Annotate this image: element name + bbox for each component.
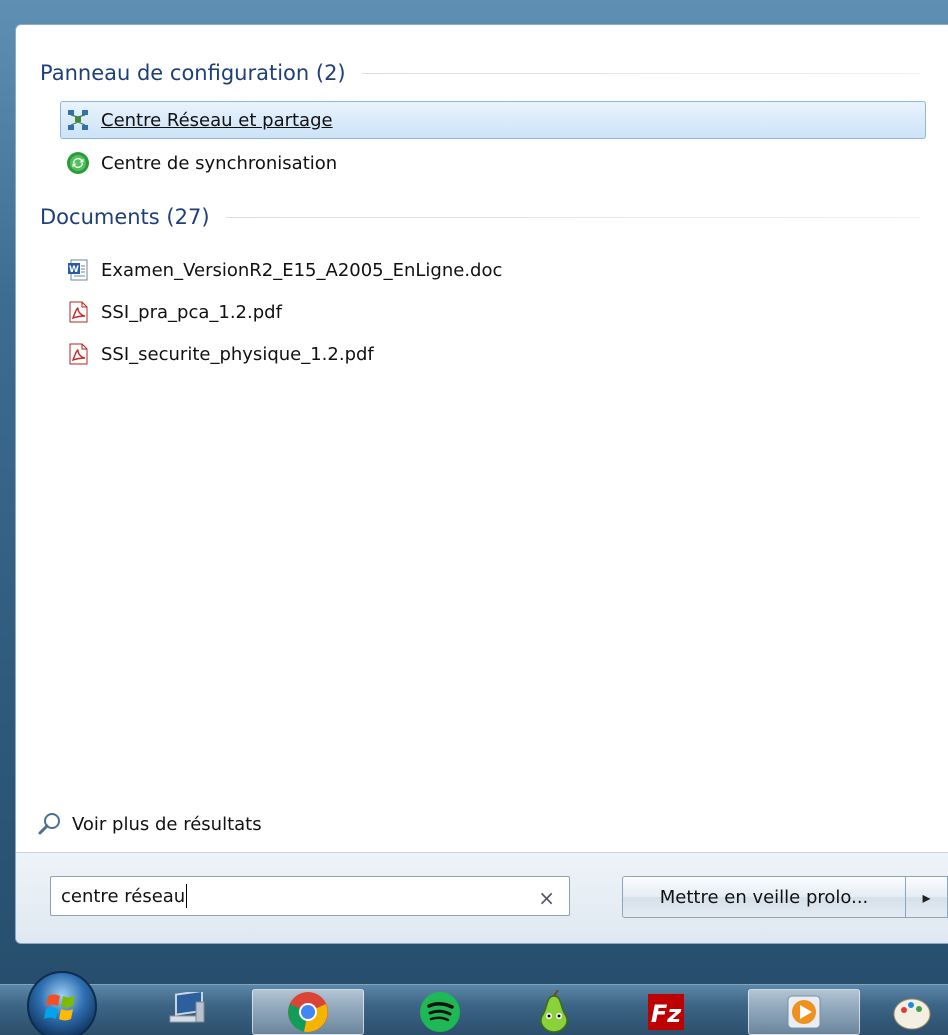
search-input-text: centre réseau bbox=[61, 885, 186, 907]
taskbar-media-player-icon[interactable] bbox=[748, 989, 860, 1035]
result-item-pdf-securite[interactable]: SSI_securite_physique_1.2.pdf bbox=[60, 335, 926, 373]
network-icon bbox=[65, 107, 91, 133]
group-title: Documents (27) bbox=[40, 205, 210, 229]
result-item-label: Examen_VersionR2_E15_A2005_EnLigne.doc bbox=[101, 259, 503, 281]
clear-search-icon[interactable]: × bbox=[538, 886, 555, 910]
result-item-label: SSI_pra_pca_1.2.pdf bbox=[101, 301, 282, 323]
pdf-icon bbox=[65, 299, 91, 325]
sleep-button-label: Mettre en veille prolo... bbox=[659, 886, 869, 908]
taskbar-paint-icon[interactable] bbox=[872, 989, 948, 1035]
see-more-label: Voir plus de résultats bbox=[72, 813, 262, 835]
group-divider bbox=[225, 216, 920, 218]
see-more-results-link[interactable]: Voir plus de résultats bbox=[36, 808, 262, 840]
taskbar-pear-icon[interactable] bbox=[498, 989, 610, 1035]
result-item-doc-examen[interactable]: W Examen_VersionR2_E15_A2005_EnLigne.doc bbox=[60, 251, 926, 289]
word-doc-icon: W bbox=[65, 257, 91, 283]
taskbar-filezilla-icon[interactable]: Fz bbox=[610, 989, 722, 1035]
result-item-sync-center[interactable]: Centre de synchronisation bbox=[60, 144, 926, 182]
start-orb-icon[interactable] bbox=[22, 966, 102, 1035]
sleep-button[interactable]: Mettre en veille prolo... bbox=[622, 876, 906, 918]
taskbar-computer-icon[interactable] bbox=[132, 989, 244, 1035]
power-options-button[interactable]: ▸ bbox=[906, 876, 948, 918]
chevron-right-icon: ▸ bbox=[922, 887, 931, 907]
pdf-icon bbox=[65, 341, 91, 367]
result-item-label: Centre Réseau et partage bbox=[101, 109, 333, 131]
group-divider bbox=[361, 72, 920, 74]
search-input[interactable]: centre réseau × bbox=[50, 876, 570, 916]
search-icon bbox=[36, 810, 64, 838]
result-item-label: Centre de synchronisation bbox=[101, 152, 338, 174]
svg-text:Fz: Fz bbox=[651, 1000, 682, 1028]
result-item-pdf-pra-pca[interactable]: SSI_pra_pca_1.2.pdf bbox=[60, 293, 926, 331]
group-title: Panneau de configuration (2) bbox=[40, 61, 346, 85]
taskbar-chrome-icon[interactable] bbox=[252, 989, 364, 1035]
taskbar-spotify-icon[interactable] bbox=[384, 989, 496, 1035]
group-header-documents: Documents (27) bbox=[40, 202, 920, 232]
sync-icon bbox=[65, 150, 91, 176]
svg-text:W: W bbox=[69, 265, 79, 275]
text-caret bbox=[186, 884, 188, 908]
group-header-control-panel: Panneau de configuration (2) bbox=[40, 58, 920, 88]
result-item-label: SSI_securite_physique_1.2.pdf bbox=[101, 343, 374, 365]
result-item-network-center[interactable]: Centre Réseau et partage bbox=[60, 101, 926, 139]
